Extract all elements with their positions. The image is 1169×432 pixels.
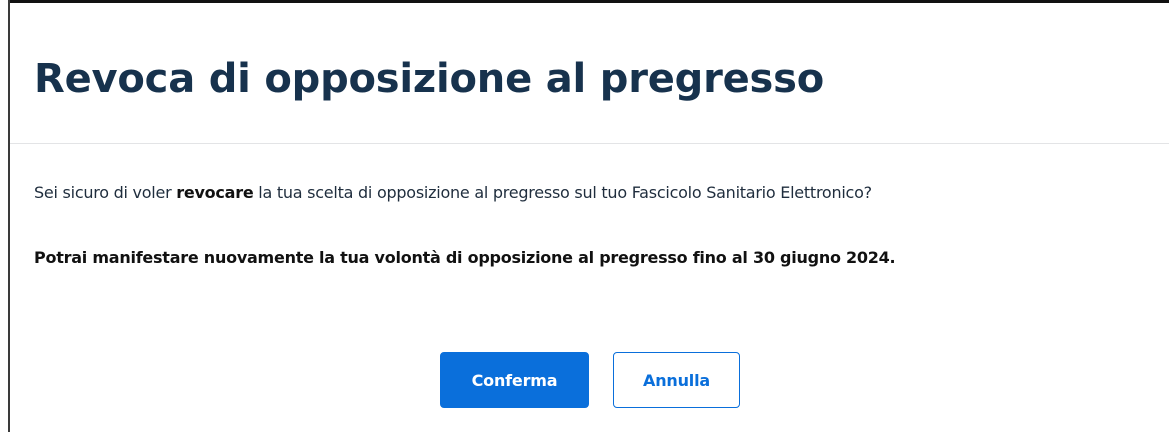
confirm-button[interactable]: Conferma: [440, 352, 589, 408]
question-suffix: la tua scelta di opposizione al pregress…: [253, 183, 872, 202]
dialog-title: Revoca di opposizione al pregresso: [34, 56, 825, 102]
question-prefix: Sei sicuro di voler: [34, 183, 177, 202]
dialog-header: Revoca di opposizione al pregresso: [10, 3, 1169, 144]
page: Revoca di opposizione al pregresso Sei s…: [0, 0, 1169, 432]
question-emphasis: revocare: [176, 183, 254, 202]
confirmation-question: Sei sicuro di voler revocare la tua scel…: [34, 181, 872, 205]
deadline-notice: Potrai manifestare nuovamente la tua vol…: [34, 248, 896, 267]
cancel-button[interactable]: Annulla: [613, 352, 740, 408]
revoke-opposition-dialog: Revoca di opposizione al pregresso Sei s…: [10, 3, 1169, 432]
